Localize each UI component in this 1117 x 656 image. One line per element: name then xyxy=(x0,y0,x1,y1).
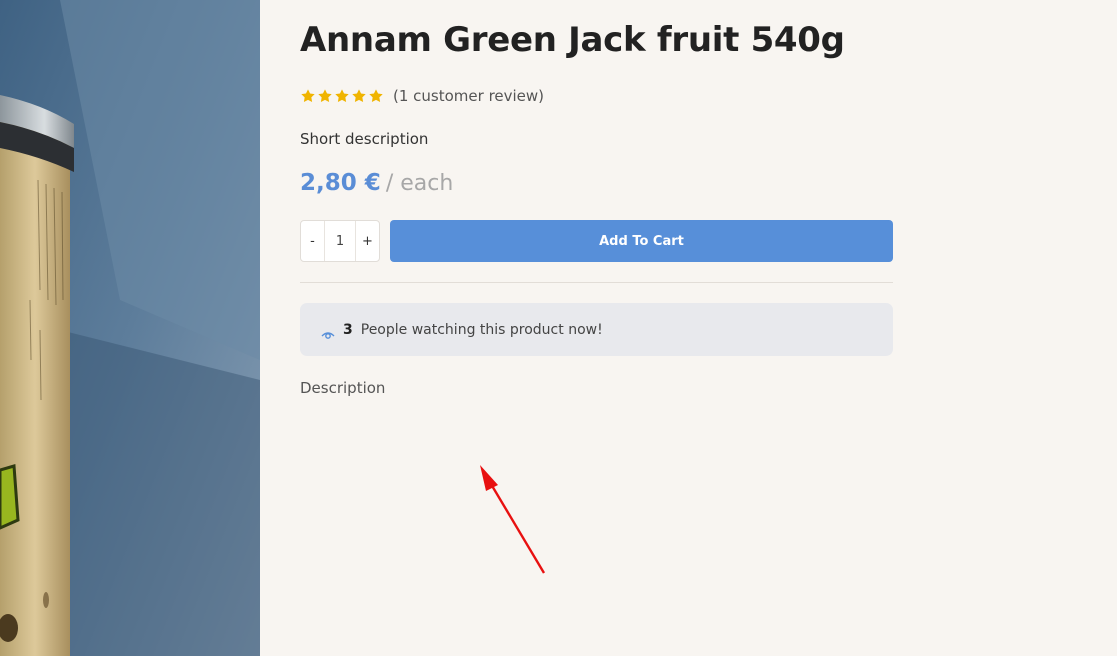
star-icon xyxy=(335,89,349,102)
watching-count: 3 xyxy=(343,321,353,338)
eye-icon xyxy=(321,325,335,339)
star-icon xyxy=(318,89,332,102)
star-rating xyxy=(300,88,384,104)
price: 2,80 € / each xyxy=(300,170,453,196)
product-page: Annam Green Jack fruit 540g (1 customer … xyxy=(0,0,1117,656)
star-icon xyxy=(369,89,383,102)
price-unit: / each xyxy=(385,171,454,196)
short-description: Short description xyxy=(300,130,429,148)
product-image xyxy=(0,0,260,656)
quantity-input[interactable] xyxy=(324,221,356,261)
add-to-cart-form: - + Add To Cart xyxy=(300,220,893,262)
star-icon xyxy=(301,89,315,102)
price-amount: 2,80 € xyxy=(300,170,381,196)
product-rating: (1 customer review) xyxy=(300,86,544,106)
customer-review-link[interactable]: (1 customer review) xyxy=(393,87,544,105)
quantity-stepper: - + xyxy=(300,220,380,262)
watching-text: People watching this product now! xyxy=(360,321,603,338)
tab-description[interactable]: Description xyxy=(300,379,385,397)
star-icon xyxy=(352,89,366,102)
add-to-cart-button[interactable]: Add To Cart xyxy=(390,220,893,262)
watching-notice: 3 People watching this product now! xyxy=(300,303,893,356)
quantity-minus-button[interactable]: - xyxy=(301,221,324,261)
annotation-arrow-icon xyxy=(480,465,546,574)
quantity-plus-button[interactable]: + xyxy=(356,221,379,261)
divider xyxy=(300,282,893,283)
product-title: Annam Green Jack fruit 540g xyxy=(300,20,845,60)
